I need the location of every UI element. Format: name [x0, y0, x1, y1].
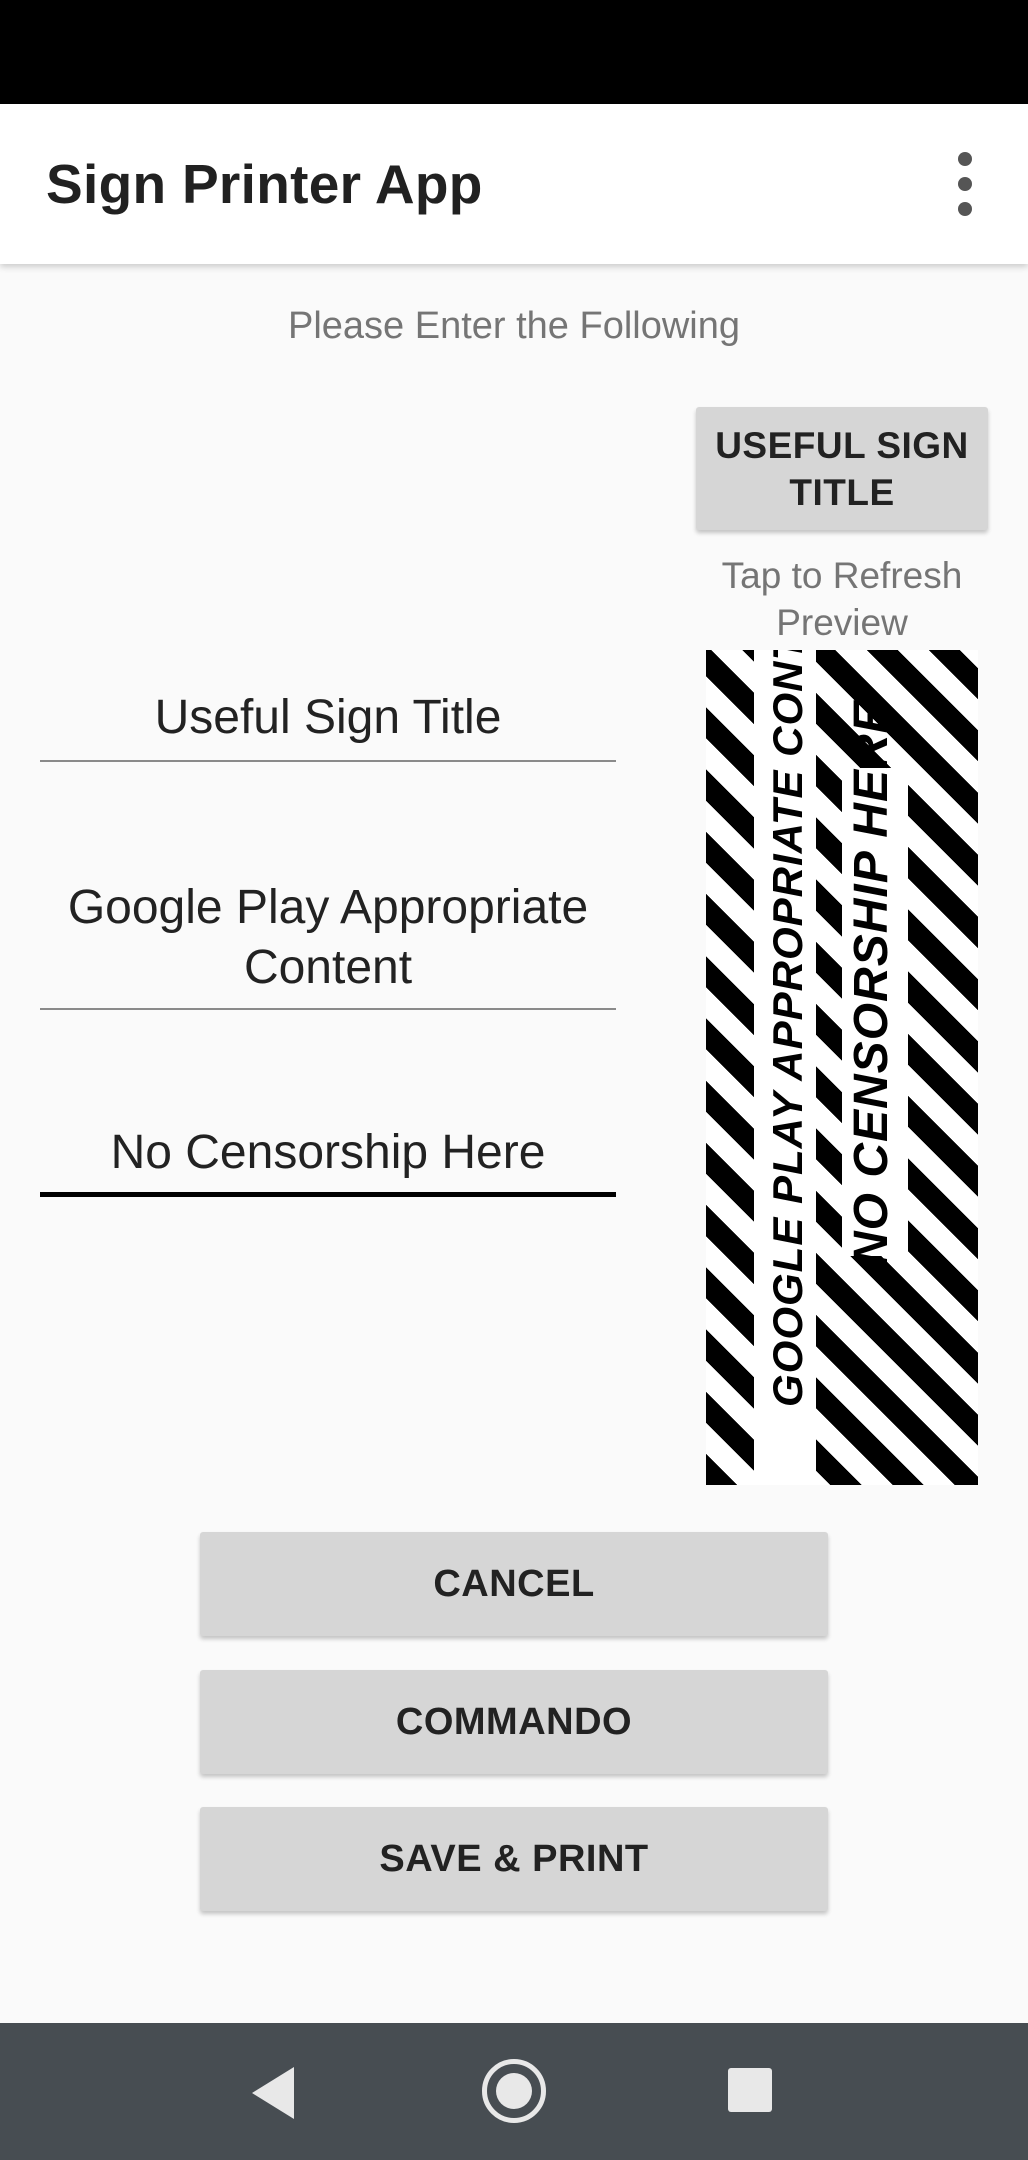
preview-sign-line2: NO CENSORSHIP HERE [845, 700, 898, 1266]
field-underline-focused [40, 1192, 616, 1197]
commando-button[interactable]: COMMANDO [200, 1670, 828, 1774]
cancel-button[interactable]: CANCEL [200, 1532, 828, 1636]
app-bar: Sign Printer App [0, 104, 1028, 264]
sign-content-field[interactable]: Google Play Appropriate Content [40, 878, 616, 1010]
preview-button-label-line2: TITLE [789, 471, 895, 513]
sign-content-value-line2: Content [243, 941, 413, 994]
preview-sign-line1: GOOGLE PLAY APPROPRIATE CONTENT [764, 650, 811, 1407]
hint-line2: Preview [776, 602, 908, 643]
sign-content-value-line1: Google Play Appropriate [67, 881, 589, 934]
refresh-preview-hint: Tap to Refresh Preview [690, 552, 994, 646]
overflow-menu-icon[interactable] [935, 142, 995, 226]
status-bar [0, 0, 1028, 104]
sign-title-field[interactable]: Useful Sign Title [40, 688, 616, 762]
field-underline [40, 760, 616, 762]
preview-button-label-line1: USEFUL SIGN [715, 424, 969, 466]
hint-line1: Tap to Refresh [721, 555, 963, 596]
recents-square-icon[interactable] [728, 2068, 772, 2112]
sign-preview-image[interactable]: GOOGLE PLAY APPROPRIATE CONTENT NO CENSO… [706, 650, 978, 1485]
sign-footer-field[interactable]: No Censorship Here [40, 1123, 616, 1197]
field-underline [40, 1008, 616, 1010]
sign-title-value: Useful Sign Title [154, 691, 502, 744]
home-circle-icon[interactable] [482, 2059, 546, 2123]
sign-title-preview-button[interactable]: USEFUL SIGN TITLE [696, 407, 988, 530]
sign-footer-value: No Censorship Here [110, 1126, 546, 1179]
back-triangle-icon[interactable] [252, 2067, 294, 2119]
app-title: Sign Printer App [46, 153, 483, 215]
form-instructions: Please Enter the Following [287, 305, 741, 347]
save-print-button[interactable]: SAVE & PRINT [200, 1807, 828, 1911]
navigation-bar [0, 2023, 1028, 2160]
